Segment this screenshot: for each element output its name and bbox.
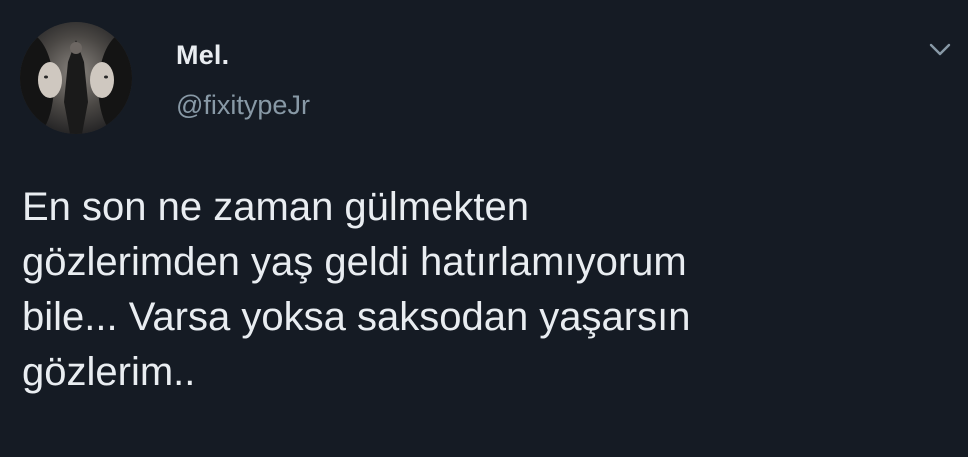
avatar[interactable] [20, 22, 132, 134]
tweet-menu-button[interactable] [926, 36, 954, 64]
tweet-text: En son ne zaman gülmekten gözlerimden ya… [22, 185, 691, 394]
chevron-down-icon [929, 43, 951, 56]
author-handle[interactable]: @fixitypeJr [176, 90, 310, 121]
tweet-card: Mel. @fixitypeJr En son ne zaman gülmekt… [0, 0, 968, 457]
avatar-image [20, 22, 132, 134]
author-display-name[interactable]: Mel. [176, 40, 229, 71]
